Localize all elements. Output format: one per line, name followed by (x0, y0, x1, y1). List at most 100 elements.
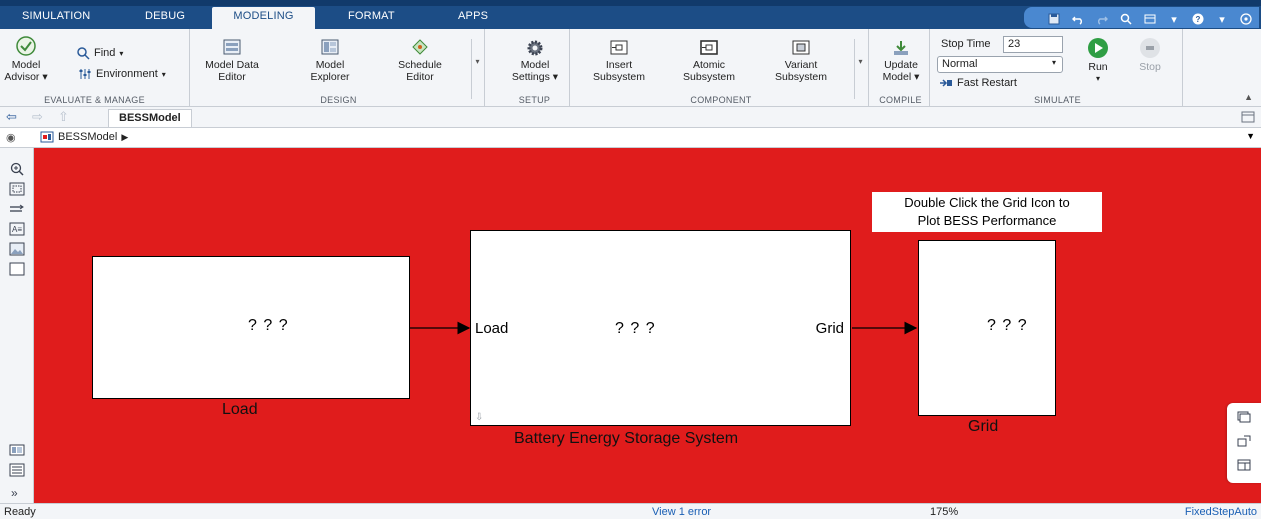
schedule-editor-button[interactable]: Schedule Editor (393, 39, 447, 83)
image-icon[interactable] (9, 242, 25, 256)
model-settings-label-2: Settings (511, 71, 550, 83)
property-inspector-icon[interactable] (9, 463, 25, 477)
run-button[interactable]: Run ▾ (1081, 37, 1115, 85)
search-icon[interactable] (1119, 13, 1133, 25)
help-icon[interactable]: ? (1191, 13, 1205, 25)
status-ready: Ready (4, 506, 36, 518)
find-button[interactable]: Find ▾ (76, 46, 123, 60)
fit-to-view-icon[interactable] (9, 182, 25, 196)
grid-block-name: Grid (968, 418, 999, 435)
group-compile: Update Model ▾ COMPILE (872, 29, 930, 107)
insert-subsystem-button[interactable]: Insert Subsystem (586, 39, 652, 83)
model-explorer-label: Model (315, 59, 345, 71)
component-gallery-expand[interactable]: ▾ (854, 39, 866, 99)
canvas-side-toolbar (1227, 403, 1261, 483)
group-label-component: COMPONENT (690, 95, 752, 105)
breadcrumb[interactable]: BESSModel ▶ (40, 131, 128, 143)
tab-list-icon[interactable] (1241, 110, 1255, 128)
hide-browser-icon[interactable]: ◉ (6, 131, 16, 144)
tab-debug[interactable]: DEBUG (145, 10, 185, 29)
load-block-text: ? ? ? (248, 317, 289, 334)
bess-block[interactable]: Load ? ? ? Grid ⇩ (470, 230, 851, 426)
panel-layout-icon[interactable] (1237, 459, 1251, 471)
environment-button[interactable]: Environment ▾ (78, 67, 166, 81)
design-gallery-expand[interactable]: ▾ (471, 39, 483, 99)
model-icon (40, 131, 54, 143)
group-label-design: DESIGN (320, 95, 357, 105)
model-browser-icon[interactable] (9, 443, 25, 457)
schedule-editor-label-2: Editor (406, 71, 434, 83)
atomic-subsystem-icon (700, 40, 718, 55)
zoom-icon[interactable] (9, 162, 25, 176)
update-model-label-2: Model (882, 71, 912, 83)
group-label-simulate: SIMULATE (1034, 95, 1081, 105)
quick-access-icons: ▾ ? ▾ (1047, 11, 1253, 27)
chevron-down-icon[interactable]: ▼ (1246, 131, 1255, 141)
environment-icon (79, 69, 91, 79)
group-label-setup: SETUP (518, 95, 551, 105)
group-evaluate-manage: Model Advisor ▾ Find ▾ Environment ▾ EVA… (0, 29, 190, 107)
variant-subsystem-label-2: Subsystem (775, 71, 827, 83)
atomic-subsystem-button[interactable]: Atomic Subsystem (676, 39, 742, 83)
update-model-button[interactable]: Update Model ▾ (876, 39, 926, 83)
collapse-ribbon-icon[interactable]: ▲ (1244, 92, 1253, 102)
model-canvas[interactable]: ? ? ? Load Load ? ? ? Grid ⇩ Battery Ene… (34, 148, 1261, 503)
chevron-down-icon: ▾ (1051, 58, 1056, 67)
chevron-down-icon[interactable]: ▾ (1215, 13, 1229, 26)
fast-restart-icon (940, 79, 952, 87)
simulation-mode-select[interactable]: Normal ▾ (937, 56, 1063, 73)
find-label: Find (94, 47, 116, 59)
left-palette: A≡ » (0, 148, 34, 503)
area-icon[interactable] (9, 262, 25, 276)
model-data-editor-label-2: Editor (218, 71, 246, 83)
signal-line-icon[interactable] (9, 202, 25, 216)
atomic-subsystem-label: Atomic (692, 59, 726, 71)
stop-button[interactable]: Stop (1133, 37, 1167, 73)
group-label-compile: COMPILE (879, 95, 922, 105)
hierarchy-icon[interactable] (1237, 411, 1251, 423)
undo-icon[interactable] (1071, 13, 1085, 25)
model-tab[interactable]: BESSModel (108, 109, 192, 127)
load-block-name: Load (222, 401, 258, 418)
save-icon[interactable] (1047, 13, 1061, 25)
layout-icon[interactable] (1143, 13, 1157, 25)
model-data-editor-button[interactable]: Model Data Editor (201, 39, 263, 83)
breadcrumb-model-name: BESSModel (58, 131, 118, 143)
explorer-bar-icon[interactable] (1237, 435, 1251, 447)
solver-link[interactable]: FixedStepAuto (1185, 506, 1257, 518)
tab-apps[interactable]: APPS (458, 10, 488, 29)
expand-palette-icon[interactable]: » (11, 486, 18, 500)
tab-modeling[interactable]: MODELING (212, 7, 315, 30)
schedule-editor-label: Schedule (398, 59, 442, 71)
up-arrow-icon[interactable]: ⇧ (58, 109, 69, 125)
tab-format[interactable]: FORMAT (348, 10, 395, 29)
svg-text:?: ? (1196, 15, 1201, 24)
load-block[interactable]: ? ? ? (92, 256, 410, 399)
toolstrip-tabs: SIMULATION DEBUG MODELING FORMAT APPS ▾ (0, 0, 1261, 30)
variant-subsystem-icon (792, 40, 810, 55)
view-errors-link[interactable]: View 1 error (652, 506, 711, 518)
model-settings-button[interactable]: Model Settings ▾ (506, 39, 564, 83)
chevron-right-icon: ▶ (121, 131, 129, 142)
model-explorer-label-2: Explorer (310, 71, 350, 83)
chevron-down-icon: ▾ (1095, 74, 1100, 83)
model-advisor-button[interactable]: Model Advisor ▾ (4, 35, 48, 83)
gear-icon (527, 40, 543, 56)
grid-block[interactable]: ? ? ? (918, 240, 1056, 416)
status-bar: Ready View 1 error 175% FixedStepAuto (0, 503, 1261, 519)
forward-arrow-icon[interactable]: ⇨ (32, 109, 43, 125)
stop-time-input[interactable]: 23 (1003, 36, 1063, 53)
model-tab-bar: ⇦ ⇨ ⇧ BESSModel (0, 107, 1261, 128)
open-subsystem-icon[interactable]: ⇩ (475, 412, 483, 423)
back-arrow-icon[interactable]: ⇦ (6, 109, 17, 125)
tab-simulation[interactable]: SIMULATION (22, 10, 90, 29)
variant-subsystem-button[interactable]: Variant Subsystem (768, 39, 834, 83)
model-explorer-button[interactable]: Model Explorer (303, 39, 357, 83)
redo-icon[interactable] (1095, 13, 1109, 25)
annotation-icon[interactable]: A≡ (9, 222, 25, 236)
model-advisor-label: Model (11, 59, 41, 71)
chevron-down-icon[interactable]: ▾ (1167, 13, 1181, 26)
schedule-editor-icon (412, 39, 428, 55)
expand-icon[interactable] (1239, 13, 1253, 25)
fast-restart-toggle[interactable]: Fast Restart (939, 77, 1017, 89)
